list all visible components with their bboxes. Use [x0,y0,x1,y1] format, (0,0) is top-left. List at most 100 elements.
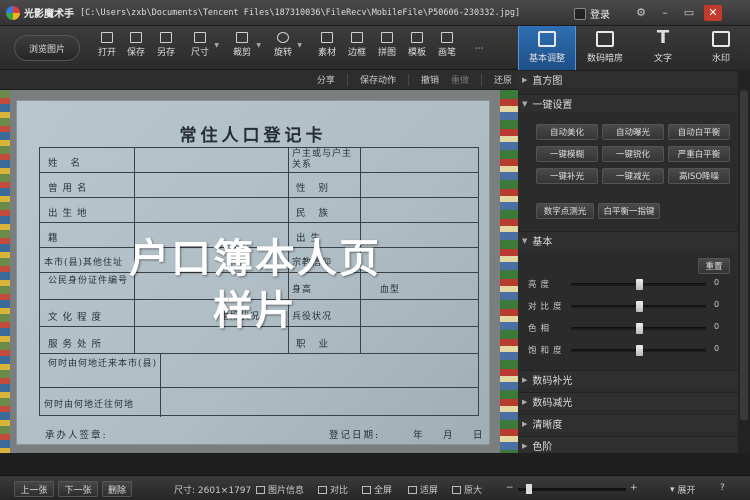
collage-button[interactable]: 拼图 [374,32,400,58]
border-button[interactable]: 边框 [344,32,370,58]
slider-knob[interactable] [635,301,643,312]
section-reduce-light[interactable]: ▶ 数码减光 [518,392,738,410]
original-size-button[interactable]: 原大 [452,483,482,496]
adjust-slider[interactable] [571,279,706,290]
undo-button[interactable]: 撤销 [421,73,439,86]
severe-white-balance-button[interactable]: 严重白平衡 [668,146,730,162]
next-image-button[interactable]: 下一张 [58,481,98,497]
share-button[interactable]: 分享 [317,73,335,86]
panel-scrollbar[interactable] [738,70,750,453]
adjust-slider[interactable] [571,345,706,356]
redo-button[interactable]: 重做 [451,73,469,86]
section-clarity[interactable]: ▶ 清晰度 [518,414,738,432]
tab-darkroom[interactable]: 数码暗房 [576,26,634,70]
auto-beautify-button[interactable]: 自动美化 [536,124,598,140]
section-oneclick[interactable]: ▼ 一键设置 [518,94,738,112]
tab-watermark[interactable]: 水印 [692,26,750,70]
more-tools-button[interactable]: ⋯ [466,44,492,54]
section-histogram[interactable]: ▶ 直方图 [518,70,738,88]
fullscreen-label: 全屏 [374,486,393,496]
field-moved-out: 何时由何地迁往何地 [44,400,135,410]
settings-button[interactable]: ⚙ [632,5,650,21]
save-as-label: 另存 [156,48,175,58]
field-workplace: 服务处所 [48,339,107,350]
month-label: 月 [443,430,455,441]
open-button[interactable]: 打开 [94,32,120,58]
save-as-icon [160,32,172,43]
rotate-caret-icon[interactable]: ▼ [297,42,302,49]
save-button[interactable]: 保存 [123,32,149,58]
zoom-slider-knob[interactable] [525,484,532,494]
rotate-button[interactable]: 旋转 ▼ [270,32,302,58]
expand-label: 展开 [677,486,696,496]
tab-watermark-label: 水印 [711,54,730,64]
expand-arrow-icon: ▶ [522,375,528,384]
auto-exposure-button[interactable]: 自动曝光 [602,124,664,140]
section-levels-label: 色阶 [532,442,553,453]
template-button[interactable]: 模板 [404,32,430,58]
delete-button[interactable]: 删除 [102,481,132,497]
material-icon [321,32,333,43]
section-reduce-light-label: 数码减光 [532,398,573,409]
divider [346,73,348,86]
brush-button[interactable]: 画笔 [434,32,460,58]
tab-text[interactable]: T 文字 [634,26,692,70]
field-gender: 性 别 [296,183,334,194]
zoom-in-button[interactable]: + [630,483,638,493]
border-icon [351,32,363,43]
resize-button[interactable]: 尺寸 ▼ [187,32,219,58]
zoom-out-button[interactable]: − [506,483,514,493]
section-levels[interactable]: ▶ 色阶 [518,436,738,453]
section-fill-light-label: 数码补光 [532,376,573,387]
crop-button[interactable]: 裁剪 ▼ [229,32,261,58]
collapse-arrow-icon: ▼ [522,99,528,108]
reset-button[interactable]: 重置 [698,258,730,274]
prev-image-button[interactable]: 上一张 [14,481,54,497]
fit-screen-button[interactable]: 适屏 [408,483,438,496]
one-click-blur-button[interactable]: 一键模糊 [536,146,598,162]
image-canvas[interactable]: 常住人口登记卡 姓 名 户主或与户主关系 曾用名 性 别 出生地 民 族 籍 出… [10,90,500,453]
watermark-text-line2: 样片 [213,287,297,334]
divider [480,73,482,86]
close-button[interactable]: ✕ [704,5,722,21]
spot-metering-button[interactable]: 数字点测光 [536,203,594,219]
expand-button[interactable]: ▾ 展开 [670,483,696,497]
one-click-sharpen-button[interactable]: 一键锐化 [602,146,664,162]
tab-basic-adjust[interactable]: 基本调整 [518,26,576,70]
save-as-button[interactable]: 另存 [153,32,179,58]
fullscreen-button[interactable]: 全屏 [362,483,392,496]
adjust-slider[interactable] [571,301,706,312]
browse-images-button[interactable]: 浏览图片 [14,35,80,61]
high-iso-denoise-button[interactable]: 高ISO降噪 [668,168,730,184]
title-bar: 光影魔术手 [C:\Users\zxb\Documents\Tencent Fi… [0,0,750,26]
maximize-button[interactable]: ▭ [680,5,698,21]
compare-button[interactable]: 对比 [318,483,348,496]
resize-icon [194,32,206,43]
slider-knob[interactable] [635,279,643,290]
scrollbar-thumb[interactable] [740,90,748,420]
image-info-button[interactable]: 图片信息 [256,483,304,496]
white-balance-picker-button[interactable]: 白平衡一指键 [598,203,660,219]
resize-caret-icon[interactable]: ▼ [214,42,219,49]
save-action-button[interactable]: 保存动作 [360,73,396,86]
auto-white-balance-button[interactable]: 自动白平衡 [668,124,730,140]
watermark-icon [712,31,730,47]
slider-knob[interactable] [635,323,643,334]
slider-knob[interactable] [635,345,643,356]
minimize-button[interactable]: – [656,5,674,21]
restore-button[interactable]: 还原 [494,73,512,86]
one-click-reduce-light-button[interactable]: 一键减光 [602,168,664,184]
adjust-slider[interactable] [571,323,706,334]
help-button[interactable]: ? [720,483,725,493]
login-button[interactable]: 登录 [574,6,610,21]
section-fill-light[interactable]: ▶ 数码补光 [518,370,738,388]
basic-adjust-icon [538,31,556,47]
info-icon [256,485,265,494]
zoom-slider[interactable] [518,484,626,494]
open-icon [101,32,113,43]
crop-caret-icon[interactable]: ▼ [256,42,261,49]
section-basic[interactable]: ▼ 基本 [518,231,738,249]
one-click-fill-light-button[interactable]: 一键补光 [536,168,598,184]
material-button[interactable]: 素材 [314,32,340,58]
original-size-icon [452,485,461,494]
